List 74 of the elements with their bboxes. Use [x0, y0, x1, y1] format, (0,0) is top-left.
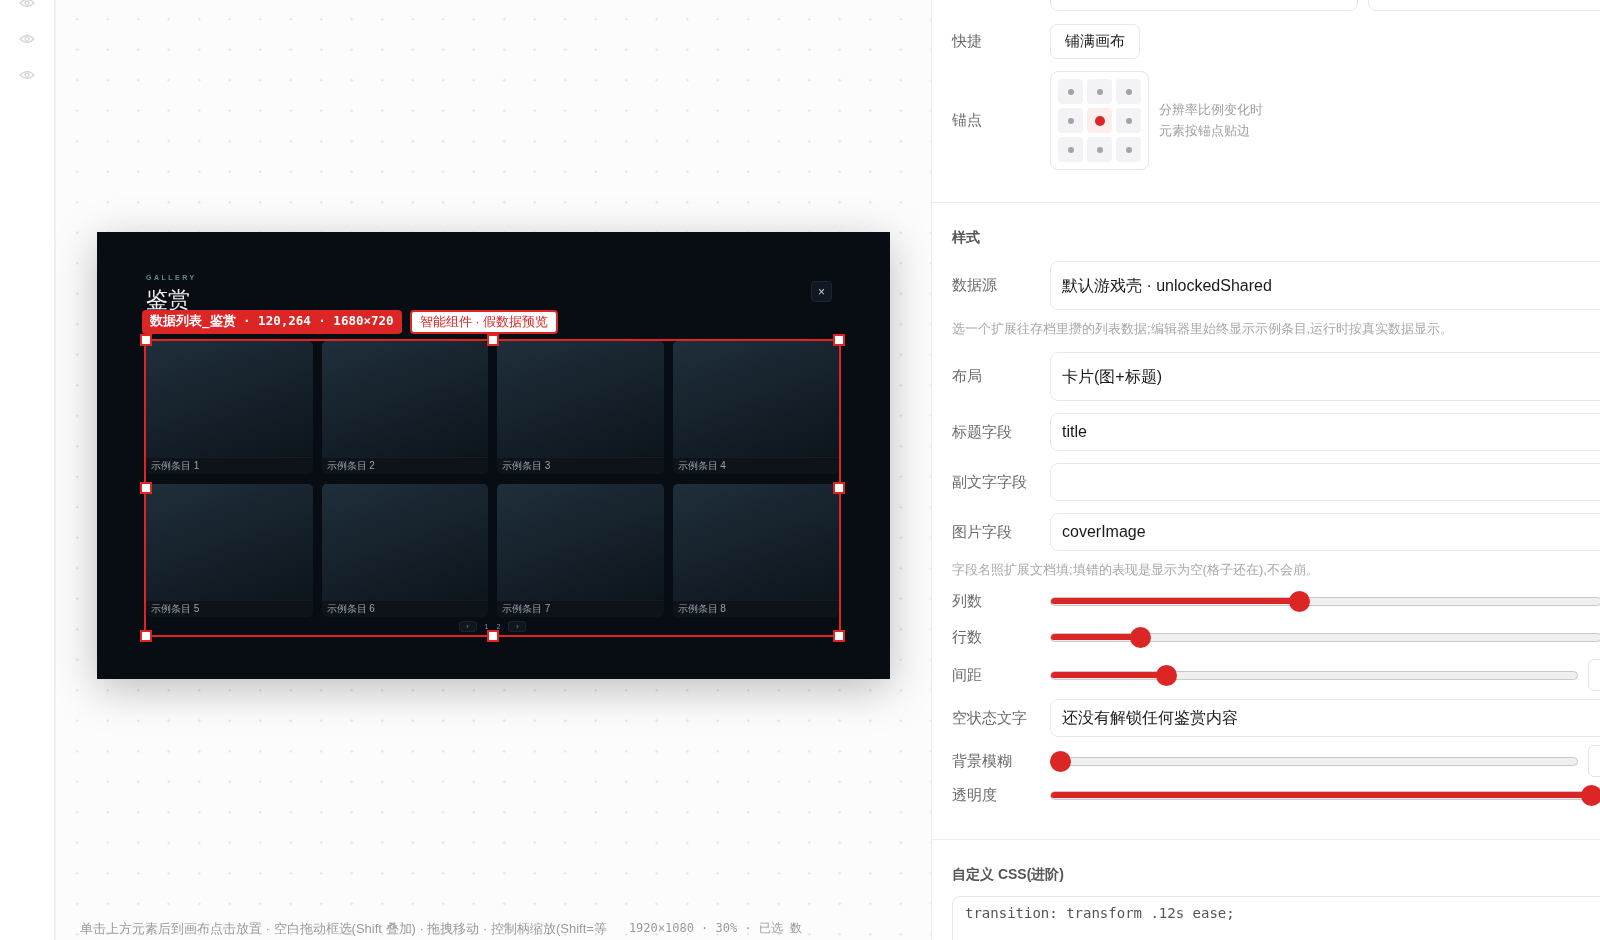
field-label: 布局 [952, 367, 982, 386]
previous-page-button[interactable]: ‹ [458, 621, 477, 632]
section-heading: 样式 [952, 229, 980, 247]
resize-handle[interactable] [140, 334, 152, 346]
anchor-point[interactable] [1116, 137, 1141, 162]
anchor-hint: 元素按锚点贴边 [1159, 122, 1250, 140]
card-title: 示例条目 1 [146, 457, 313, 474]
eye-icon[interactable] [19, 70, 35, 80]
field-label: 标题字段 [952, 422, 1012, 442]
field-label: 副文字字段 [952, 472, 1027, 492]
card-title: 示例条目 4 [672, 457, 839, 474]
field-label: 背景模糊 [952, 751, 1012, 771]
fill-canvas-button[interactable]: 铺满画布 [1050, 24, 1140, 59]
element-info-label: 数据列表_鉴赏 · 120,264 · 1680×720 [142, 310, 402, 334]
resize-handle[interactable] [833, 334, 845, 346]
card-title: 示例条目 2 [321, 457, 488, 474]
help-text: 字段名照扩展文档填;填错的表现是显示为空(格子还在),不会崩。 [952, 561, 1319, 579]
anchor-point[interactable] [1058, 137, 1083, 162]
eye-icon[interactable] [19, 0, 35, 8]
select-field[interactable]: 卡片(图+标题) [1050, 352, 1600, 401]
anchor-hint: 分辨率比例变化时 [1159, 101, 1263, 119]
field-label: 列数 [952, 591, 982, 611]
select-field[interactable]: 默认游戏壳 · unlockedShared [1050, 261, 1600, 310]
card-title: 示例条目 3 [497, 457, 664, 474]
anchor-point[interactable] [1116, 79, 1141, 104]
field-label: 间距 [952, 665, 982, 685]
input-field[interactable]: title [1050, 413, 1600, 451]
card-title: 示例条目 6 [321, 600, 488, 617]
field-label: 空状态文字 [952, 708, 1027, 728]
anchor-point[interactable] [1087, 108, 1112, 133]
resize-handle[interactable] [486, 630, 499, 642]
close-button[interactable]: × [811, 281, 832, 302]
gallery-title: 鉴赏 [146, 288, 190, 312]
anchor-point[interactable] [1087, 137, 1112, 162]
gallery-card[interactable]: 示例条目 8 [672, 484, 839, 617]
anchor-point[interactable] [1058, 108, 1083, 133]
canvas-hint: 单击上方元素后到画布点击放置 · 空白拖动框选(Shift 叠加) · 拖拽移动 · 控制柄缩放(Shift=等 [80, 920, 607, 938]
field-label: 行数 [952, 627, 982, 647]
smart-widget-tag: 智能组件 · 假数据预览 [409, 310, 559, 334]
eye-icon[interactable] [19, 34, 35, 44]
anchor-point[interactable] [1116, 108, 1141, 133]
resize-handle[interactable] [486, 334, 499, 346]
anchor-point[interactable] [1087, 79, 1112, 104]
card-title: 示例条目 7 [497, 600, 664, 617]
next-page-button[interactable]: › [508, 621, 527, 632]
field-label: 透明度 [952, 785, 997, 805]
resize-handle[interactable] [833, 630, 845, 642]
gallery-card[interactable]: 示例条目 7 [497, 484, 664, 617]
input-field[interactable]: 还没有解锁任何鉴赏内容 [1050, 699, 1600, 737]
gallery-card[interactable]: 示例条目 4 [672, 341, 839, 474]
resize-handle[interactable] [140, 482, 152, 494]
slider[interactable] [1050, 626, 1600, 648]
resize-handle[interactable] [833, 482, 845, 494]
card-title: 示例条目 5 [146, 600, 313, 617]
gallery-card[interactable]: 示例条目 2 [321, 341, 488, 474]
section-heading: 自定义 CSS(进阶) [952, 866, 1064, 884]
slider[interactable] [1050, 590, 1600, 612]
field-label: 快捷 [952, 32, 982, 51]
resize-handle[interactable] [140, 630, 152, 642]
canvas-info: 1920×1080 · 30% · 已选 数 [628, 920, 803, 937]
slider[interactable] [1050, 750, 1578, 772]
css-editor[interactable]: transition: transform .12s ease; [952, 896, 1600, 940]
gallery-card[interactable]: 示例条目 6 [321, 484, 488, 617]
gallery-card[interactable]: 示例条目 3 [497, 341, 664, 474]
field-label: 锚点 [952, 111, 982, 130]
slider[interactable] [1050, 664, 1578, 686]
slider[interactable] [1050, 784, 1600, 806]
anchor-point[interactable] [1058, 79, 1083, 104]
card-title: 示例条目 8 [672, 600, 839, 617]
field-label: 图片字段 [952, 522, 1012, 542]
gallery-card[interactable]: 示例条目 5 [146, 484, 313, 617]
field-label: 数据源 [952, 276, 997, 295]
gallery-card[interactable]: 示例条目 1 [146, 341, 313, 474]
input-field[interactable]: coverImage [1050, 513, 1600, 551]
